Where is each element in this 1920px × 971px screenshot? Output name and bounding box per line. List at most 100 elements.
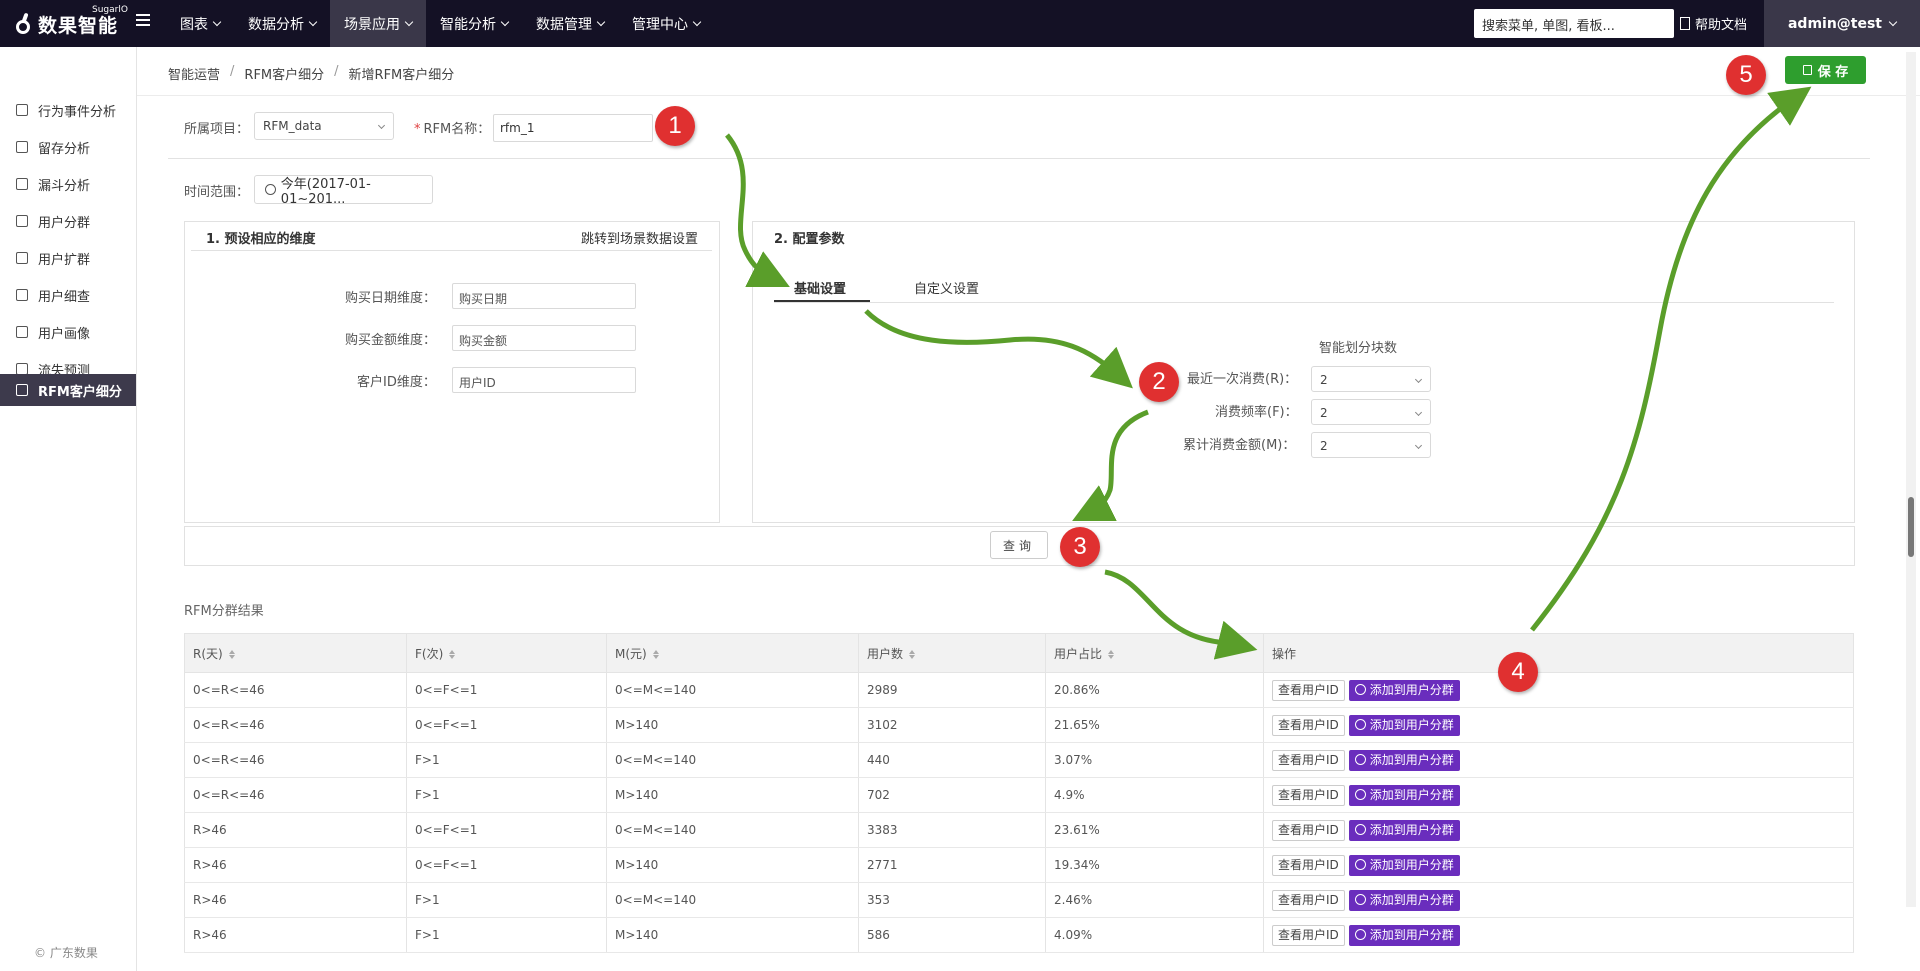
logo-superscript: SugarlO <box>92 5 128 15</box>
sidebar-item-event-analysis[interactable]: 行为事件分析 <box>0 94 136 126</box>
add-to-segment-button[interactable]: 添加到用户分群 <box>1348 924 1460 946</box>
query-button[interactable]: 查询 <box>990 531 1048 559</box>
save-button[interactable]: 保 存 <box>1785 56 1866 84</box>
table-row: R>46 F>1 0<=M<=140 353 2.46% 查看用户ID 添加到用户分群 <box>184 882 1854 918</box>
menu-admin-center[interactable]: 管理中心 <box>618 0 714 47</box>
table-cell: 0<=R<=46 <box>184 742 407 778</box>
add-to-segment-button[interactable]: 添加到用户分群 <box>1348 749 1460 771</box>
help-label: 帮助文档 <box>1695 18 1748 33</box>
frequency-select[interactable]: 2 <box>1311 399 1431 425</box>
column-header-m[interactable]: M(元) <box>606 633 859 673</box>
view-user-id-button[interactable]: 查看用户ID <box>1272 679 1345 701</box>
column-header-ratio[interactable]: 用户占比 <box>1045 633 1264 673</box>
monetary-select[interactable]: 2 <box>1311 432 1431 458</box>
table-cell: 353 <box>858 882 1046 918</box>
view-user-id-button[interactable]: 查看用户ID <box>1272 924 1345 946</box>
line-chart-icon <box>16 141 28 153</box>
add-to-segment-label: 添加到用户分群 <box>1369 752 1454 767</box>
actions-cell: 查看用户ID 添加到用户分群 <box>1263 777 1854 813</box>
sidebar-item-user-profile[interactable]: 用户画像 <box>0 316 136 348</box>
add-to-segment-label: 添加到用户分群 <box>1369 927 1454 942</box>
project-select[interactable]: RFM_data <box>254 112 394 140</box>
logo[interactable]: 数果智能 SugarlO <box>14 5 128 39</box>
required-mark: * <box>414 122 421 137</box>
view-user-id-button[interactable]: 查看用户ID <box>1272 819 1345 841</box>
column-header-f[interactable]: F(次) <box>406 633 607 673</box>
breadcrumb-item[interactable]: 智能运营 <box>168 64 220 83</box>
time-range-picker[interactable]: 今年(2017-01-01~201... <box>254 175 433 207</box>
plus-circle-icon <box>1354 858 1366 870</box>
sidebar-item-label: 用户细查 <box>38 289 91 305</box>
sidebar-item-user-segment[interactable]: 用户分群 <box>0 205 136 237</box>
menu-data-management[interactable]: 数据管理 <box>522 0 618 47</box>
table-body: 0<=R<=46 0<=F<=1 0<=M<=140 2989 20.86% 查看用户ID… <box>184 672 1854 953</box>
view-user-id-button[interactable]: 查看用户ID <box>1272 854 1345 876</box>
add-to-segment-button[interactable]: 添加到用户分群 <box>1348 714 1460 736</box>
sidebar-item-funnel[interactable]: 漏斗分析 <box>0 168 136 200</box>
menu-smart-analysis[interactable]: 智能分析 <box>426 0 522 47</box>
blocks-header: 智能划分块数 <box>1319 341 1398 356</box>
column-label: M(元) <box>615 646 647 661</box>
purchase-date-field[interactable]: 购买日期 <box>452 283 636 309</box>
column-header-users[interactable]: 用户数 <box>858 633 1046 673</box>
logo-icon <box>14 12 32 36</box>
sidebar-item-retention[interactable]: 留存分析 <box>0 131 136 163</box>
funnel-icon <box>16 178 28 190</box>
table-row: 0<=R<=46 F>1 0<=M<=140 440 3.07% 查看用户ID 添加到用户分… <box>184 742 1854 778</box>
annotation-badge-1: 1 <box>655 106 695 146</box>
add-to-segment-button[interactable]: 添加到用户分群 <box>1348 679 1460 701</box>
recency-select[interactable]: 2 <box>1311 366 1431 392</box>
view-user-id-button[interactable]: 查看用户ID <box>1272 889 1345 911</box>
breadcrumb-item[interactable]: RFM客户细分 <box>244 64 324 83</box>
search-input[interactable]: 搜索菜单, 单图, 看板... <box>1474 9 1674 38</box>
add-to-segment-button[interactable]: 添加到用户分群 <box>1348 819 1460 841</box>
config-panel <box>752 221 1855 523</box>
table-cell: 586 <box>858 917 1046 953</box>
table-cell: 3.07% <box>1045 742 1264 778</box>
view-user-id-button[interactable]: 查看用户ID <box>1272 714 1345 736</box>
table-row: R>46 0<=F<=1 0<=M<=140 3383 23.61% 查看用户ID 添加到用… <box>184 812 1854 848</box>
add-to-segment-button[interactable]: 添加到用户分群 <box>1348 889 1460 911</box>
menu-data-analysis[interactable]: 数据分析 <box>234 0 330 47</box>
menu-scene-apps[interactable]: 场景应用 <box>330 0 426 47</box>
purchase-amount-field[interactable]: 购买金额 <box>452 325 636 351</box>
customer-id-field[interactable]: 用户ID <box>452 367 636 393</box>
view-user-id-button[interactable]: 查看用户ID <box>1272 749 1345 771</box>
table-cell: 0<=M<=140 <box>606 742 859 778</box>
menu-label: 数据分析 <box>248 16 304 33</box>
help-docs-link[interactable]: 帮助文档 <box>1680 0 1747 47</box>
sidebar-item-user-lookup[interactable]: 用户细查 <box>0 279 136 311</box>
share-icon <box>16 252 28 264</box>
chevron-down-icon <box>212 17 222 26</box>
table-cell: 3383 <box>858 812 1046 848</box>
add-to-segment-button[interactable]: 添加到用户分群 <box>1348 854 1460 876</box>
view-user-id-button[interactable]: 查看用户ID <box>1272 784 1345 806</box>
add-to-segment-button[interactable]: 添加到用户分群 <box>1348 784 1460 806</box>
sort-icon <box>449 649 456 659</box>
menu-toggle-icon[interactable] <box>136 14 150 28</box>
scrollbar-thumb[interactable] <box>1908 497 1914 557</box>
scrollbar[interactable] <box>1906 52 1916 907</box>
rfm-name-label-text: RFM名称： <box>423 122 491 137</box>
chevron-down-icon <box>1414 441 1423 450</box>
tab-custom-settings[interactable]: 自定义设置 <box>914 278 979 297</box>
breadcrumb: 智能运营 / RFM客户细分 / 新增RFM客户细分 <box>168 64 454 83</box>
plus-circle-icon <box>1354 718 1366 730</box>
menu-charts[interactable]: 图表 <box>166 0 234 47</box>
column-header-r[interactable]: R(天) <box>184 633 407 673</box>
add-to-segment-label: 添加到用户分群 <box>1369 822 1454 837</box>
sidebar-item-label: 用户分群 <box>38 215 91 231</box>
tab-basic-settings[interactable]: 基础设置 <box>794 278 846 297</box>
param-label: 消费频率(F)： <box>1215 405 1298 420</box>
table-cell: 20.86% <box>1045 672 1264 708</box>
user-menu[interactable]: admin@test <box>1764 0 1920 47</box>
table-cell: 0<=F<=1 <box>406 847 607 883</box>
sidebar-item-rfm[interactable]: RFM客户细分 <box>0 374 136 406</box>
add-to-segment-label: 添加到用户分群 <box>1369 892 1454 907</box>
chevron-down-icon <box>596 17 606 26</box>
sidebar-item-user-expand[interactable]: 用户扩群 <box>0 242 136 274</box>
rfm-name-input[interactable]: rfm_1 <box>493 114 653 142</box>
table-cell: 0<=F<=1 <box>406 812 607 848</box>
annotation-badge-3: 3 <box>1060 527 1100 567</box>
scene-settings-link[interactable]: 跳转到场景数据设置 <box>581 228 698 247</box>
